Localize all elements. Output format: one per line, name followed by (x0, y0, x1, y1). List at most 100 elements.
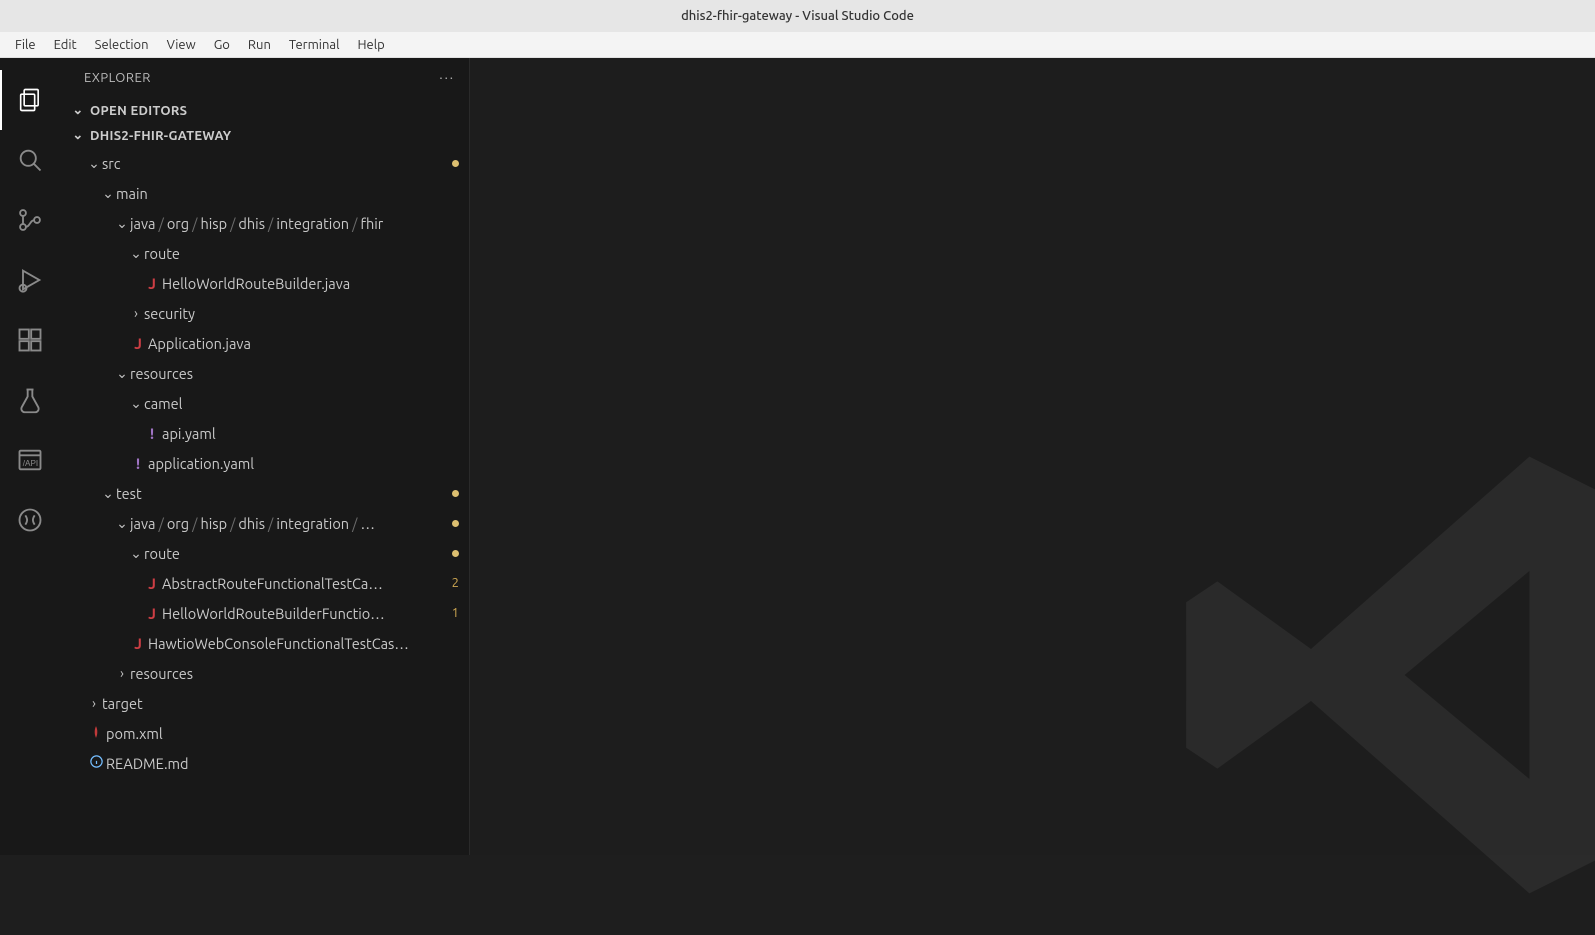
file-hello-route[interactable]: J HelloWorldRouteBuilder.java (60, 268, 469, 298)
path-sep: / (349, 515, 360, 532)
activity-debug-icon[interactable] (0, 250, 60, 310)
chevron-right-icon: › (114, 665, 130, 681)
window-title: dhis2-fhir-gateway - Visual Studio Code (681, 9, 914, 23)
menu-selection[interactable]: Selection (86, 36, 158, 54)
folder-target[interactable]: › target (60, 688, 469, 718)
chevron-down-icon: ⌄ (70, 103, 86, 118)
folder-package-test[interactable]: ⌄ java/ org/ hisp/ dhis/ integration/ … (60, 508, 469, 538)
file-label: HelloWorldRouteBuilderFunctio… (162, 605, 385, 622)
chevron-down-icon: ⌄ (114, 515, 130, 532)
pkg-seg: java (130, 515, 155, 532)
pkg-seg: integration (276, 215, 349, 232)
path-sep: / (265, 515, 276, 532)
file-hawtio-test[interactable]: J HawtioWebConsoleFunctionalTestCas… (60, 628, 469, 658)
pkg-seg: org (167, 215, 189, 232)
path-sep: / (265, 215, 276, 232)
file-label: pom.xml (106, 725, 163, 742)
pkg-seg: dhis (238, 215, 265, 232)
folder-label: test (116, 485, 142, 502)
file-api-yaml[interactable]: ! api.yaml (60, 418, 469, 448)
pkg-seg: dhis (238, 515, 265, 532)
file-label: Application.java (148, 335, 251, 352)
activity-extensions-icon[interactable] (0, 310, 60, 370)
folder-label: route (144, 245, 180, 262)
folder-resources-test[interactable]: › resources (60, 658, 469, 688)
folder-label: target (102, 695, 143, 712)
pkg-seg: … (360, 515, 374, 532)
chevron-down-icon: ⌄ (128, 545, 144, 562)
chevron-down-icon: ⌄ (86, 155, 102, 172)
folder-camel[interactable]: ⌄ camel (60, 388, 469, 418)
modified-dot-icon (452, 486, 459, 500)
chevron-right-icon: › (86, 695, 102, 711)
folder-main[interactable]: ⌄ main (60, 178, 469, 208)
menu-help[interactable]: Help (348, 36, 393, 54)
path-sep: / (227, 215, 238, 232)
folder-test[interactable]: ⌄ test (60, 478, 469, 508)
path-sep: / (349, 215, 360, 232)
file-pom[interactable]: pom.xml (60, 718, 469, 748)
activity-ext-icon[interactable] (0, 490, 60, 550)
menu-terminal[interactable]: Terminal (280, 36, 349, 54)
folder-route-test[interactable]: ⌄ route (60, 538, 469, 568)
svg-text:/API: /API (23, 459, 38, 468)
folder-label: resources (130, 365, 193, 382)
sidebar-more-icon[interactable]: ··· (439, 71, 455, 85)
file-application-yaml[interactable]: ! application.yaml (60, 448, 469, 478)
chevron-down-icon: ⌄ (114, 365, 130, 382)
section-open-editors[interactable]: ⌄ OPEN EDITORS (60, 98, 469, 123)
folder-label: security (144, 305, 195, 322)
menu-edit[interactable]: Edit (45, 36, 86, 54)
pkg-seg: fhir (360, 215, 383, 232)
menu-go[interactable]: Go (205, 36, 239, 54)
yaml-icon: ! (142, 425, 162, 442)
folder-package-main[interactable]: ⌄ java/ org/ hisp/ dhis/ integration/ fh… (60, 208, 469, 238)
activity-search-icon[interactable] (0, 130, 60, 190)
folder-label: camel (144, 395, 182, 412)
activity-api-icon[interactable]: /API (0, 430, 60, 490)
menubar: File Edit Selection View Go Run Terminal… (0, 32, 1595, 58)
folder-label: resources (130, 665, 193, 682)
pkg-seg: hisp (200, 515, 227, 532)
java-icon: J (142, 575, 162, 592)
folder-resources[interactable]: ⌄ resources (60, 358, 469, 388)
folder-label: src (102, 155, 121, 172)
section-project[interactable]: ⌄ DHIS2-FHIR-GATEWAY (60, 123, 469, 148)
modified-dot-icon (452, 546, 459, 560)
file-abstract-test[interactable]: J AbstractRouteFunctionalTestCa… 2 (60, 568, 469, 598)
problem-count: 2 (452, 576, 459, 590)
chevron-down-icon: ⌄ (114, 215, 130, 232)
modified-dot-icon (452, 156, 459, 170)
file-label: HawtioWebConsoleFunctionalTestCas… (148, 635, 409, 652)
java-icon: J (128, 335, 148, 352)
maven-icon (86, 725, 106, 742)
file-label: api.yaml (162, 425, 216, 442)
editor-area (470, 58, 1595, 855)
activity-scm-icon[interactable] (0, 190, 60, 250)
file-label: HelloWorldRouteBuilder.java (162, 275, 350, 292)
folder-security[interactable]: › security (60, 298, 469, 328)
file-tree: ⌄ src ⌄ main ⌄ java/ org/ hisp/ dhis/ in… (60, 148, 469, 855)
folder-src[interactable]: ⌄ src (60, 148, 469, 178)
menu-run[interactable]: Run (239, 36, 280, 54)
activity-testing-icon[interactable] (0, 370, 60, 430)
pkg-seg: hisp (200, 215, 227, 232)
chevron-down-icon: ⌄ (100, 485, 116, 502)
sidebar: EXPLORER ··· ⌄ OPEN EDITORS ⌄ DHIS2-FHIR… (60, 58, 470, 855)
file-readme[interactable]: README.md (60, 748, 469, 778)
menu-file[interactable]: File (6, 36, 45, 54)
file-application[interactable]: J Application.java (60, 328, 469, 358)
sidebar-title: EXPLORER (84, 71, 151, 85)
window-titlebar: dhis2-fhir-gateway - Visual Studio Code (0, 0, 1595, 32)
file-hello-test[interactable]: J HelloWorldRouteBuilderFunctio… 1 (60, 598, 469, 628)
info-icon (86, 754, 106, 772)
path-sep: / (155, 515, 166, 532)
folder-label: main (116, 185, 148, 202)
path-sep: / (189, 515, 200, 532)
activity-explorer-icon[interactable] (0, 70, 60, 130)
vscode-watermark-icon (1155, 415, 1595, 935)
menu-view[interactable]: View (158, 36, 205, 54)
folder-route[interactable]: ⌄ route (60, 238, 469, 268)
section-open-editors-label: OPEN EDITORS (90, 104, 187, 118)
pkg-seg: java (130, 215, 155, 232)
